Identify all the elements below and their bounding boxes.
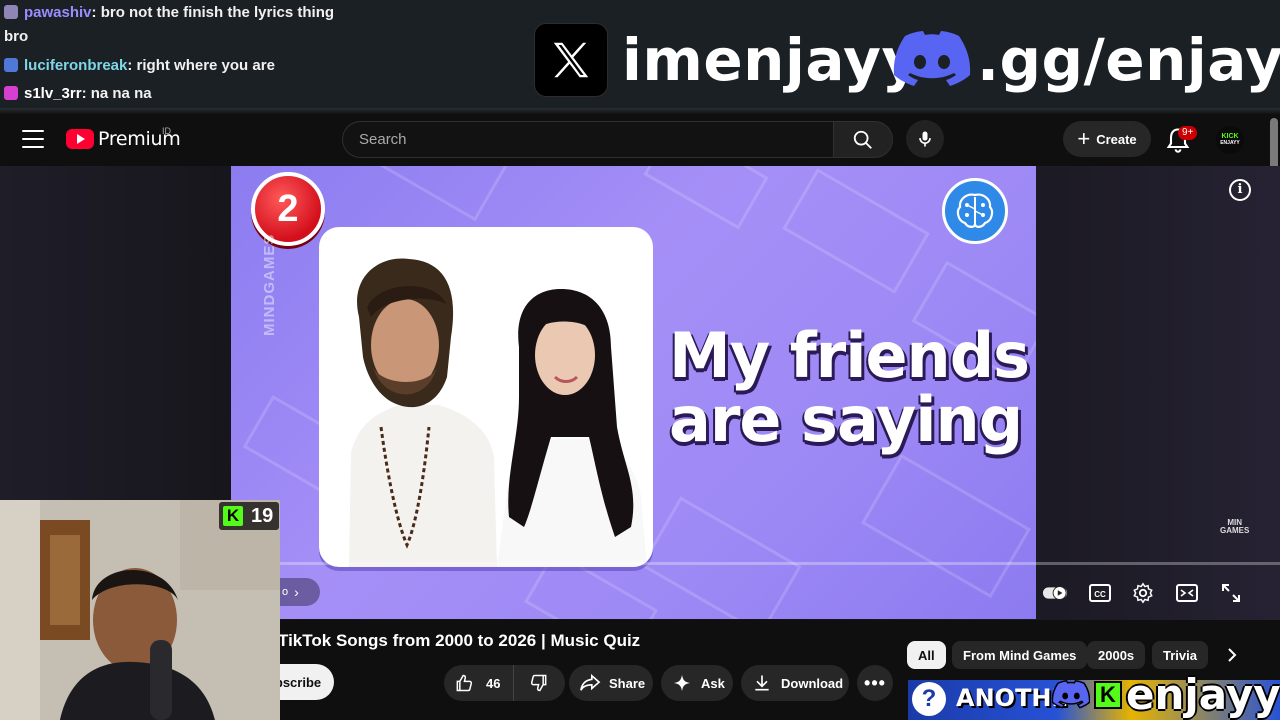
viewer-count-text: 19 <box>251 504 274 527</box>
svg-text:CC: CC <box>1094 590 1106 599</box>
dislike-button[interactable] <box>514 665 564 701</box>
chat-text: : bro not the finish the lyrics thing <box>91 4 335 21</box>
youtube-header: Premium ID Search + Create 9+ KICK ENJAY… <box>0 114 1280 166</box>
chat-message: luciferonbreak: right where you are <box>4 56 275 76</box>
theater-mode-button[interactable] <box>1174 580 1200 606</box>
youtube-premium-logo[interactable]: Premium ID <box>66 126 181 150</box>
voice-search-button[interactable] <box>906 120 944 158</box>
channel-watermark: MINDGAMES <box>261 233 278 336</box>
lyric-text: My friends are saying <box>669 319 1030 456</box>
chip-all[interactable]: All <box>907 641 946 669</box>
country-code: ID <box>162 126 171 136</box>
chat-badge-icon <box>4 86 18 100</box>
captions-button[interactable]: CC <box>1087 580 1113 606</box>
sparkle-icon <box>671 672 693 694</box>
discord-logo-icon <box>1052 679 1090 709</box>
more-horizontal-icon: ••• <box>864 672 886 693</box>
theater-icon <box>1176 584 1198 602</box>
chat-text: : na na na <box>81 85 152 102</box>
create-label: Create <box>1096 131 1137 147</box>
info-icon[interactable]: i <box>1229 179 1251 201</box>
kick-logo-icon: K <box>223 506 243 526</box>
create-button[interactable]: + Create <box>1063 121 1151 157</box>
kick-viewer-count: K 19 <box>219 502 279 530</box>
brain-icon <box>942 178 1008 244</box>
gear-icon <box>1133 582 1153 604</box>
search-icon <box>853 130 872 149</box>
chips-next-button[interactable] <box>1218 641 1246 669</box>
chat-message: pawashiv: bro not the finish the lyrics … <box>4 3 334 23</box>
chat-username: luciferonbreak <box>24 57 128 74</box>
chat-message: bro <box>4 27 28 47</box>
question-mark-icon: ? <box>912 682 946 716</box>
chat-message: s1lv_3rr: na na na <box>4 84 152 104</box>
video-player[interactable]: 2 MINDGAMES My friends are saying <box>231 166 1036 619</box>
avatar[interactable]: KICK ENJAYY <box>1216 126 1244 154</box>
toggle-icon <box>1042 586 1068 600</box>
chat-text: : right where you are <box>127 57 275 74</box>
chat-badge-icon <box>4 58 18 72</box>
discord-social-handle: .gg/enjayy <box>893 22 1280 98</box>
enjayy-handle-text: enjayy <box>1126 670 1280 719</box>
chat-text: bro <box>4 28 29 45</box>
chat-username: pawashiv <box>24 4 92 21</box>
settings-button[interactable] <box>1130 580 1156 606</box>
thumbs-up-icon <box>456 674 473 692</box>
chip-trivia[interactable]: Trivia <box>1152 641 1208 669</box>
search-input[interactable]: Search <box>342 121 834 158</box>
video-progress-bar[interactable] <box>280 562 1280 565</box>
fullscreen-icon <box>1222 584 1240 602</box>
autoplay-toggle[interactable] <box>1042 580 1068 606</box>
corner-watermark: MIN GAMES <box>1220 518 1250 535</box>
chat-username: s1lv_3rr <box>24 85 82 102</box>
ask-button[interactable]: Ask <box>661 665 733 701</box>
enjayy-overlay-brand: K enjayy <box>1052 670 1280 719</box>
search-button[interactable] <box>833 121 893 158</box>
chevron-right-icon <box>1228 648 1237 662</box>
plus-icon: + <box>1077 126 1091 151</box>
chip-from-mind-games[interactable]: From Mind Games <box>952 641 1088 669</box>
share-icon <box>579 672 601 694</box>
download-button[interactable]: Download <box>741 665 849 701</box>
discord-handle-text: .gg/enjayy <box>977 26 1280 94</box>
x-logo-icon <box>534 23 608 97</box>
more-actions-button[interactable]: ••• <box>857 665 893 701</box>
share-button[interactable]: Share <box>569 665 653 701</box>
kick-logo-icon: K <box>1094 680 1122 709</box>
microphone-icon <box>919 131 931 147</box>
video-title: TikTok Songs from 2000 to 2026 | Music Q… <box>278 631 641 650</box>
like-button[interactable]: 46 <box>444 665 514 701</box>
artist-photo <box>319 227 653 567</box>
download-icon <box>751 672 773 694</box>
streamer-webcam <box>0 500 280 720</box>
stream-overlay-bar: pawashiv: bro not the finish the lyrics … <box>0 0 1280 112</box>
thumbs-down-icon <box>530 674 547 692</box>
like-count: 46 <box>486 675 501 691</box>
chat-badge-icon <box>4 5 18 19</box>
discord-logo-icon <box>893 31 971 86</box>
chevron-right-icon: › <box>294 584 299 600</box>
captions-icon: CC <box>1089 584 1111 602</box>
like-dislike-group: 46 <box>444 665 565 701</box>
x-social-handle: imenjayy <box>534 22 920 98</box>
menu-icon[interactable] <box>22 130 44 150</box>
notification-count-badge: 9+ <box>1178 126 1198 140</box>
fullscreen-button[interactable] <box>1218 580 1244 606</box>
miniplayer-button[interactable]: o › <box>280 578 320 606</box>
x-handle-text: imenjayy <box>622 26 920 94</box>
youtube-play-icon <box>66 129 94 149</box>
chip-2000s[interactable]: 2000s <box>1087 641 1146 669</box>
